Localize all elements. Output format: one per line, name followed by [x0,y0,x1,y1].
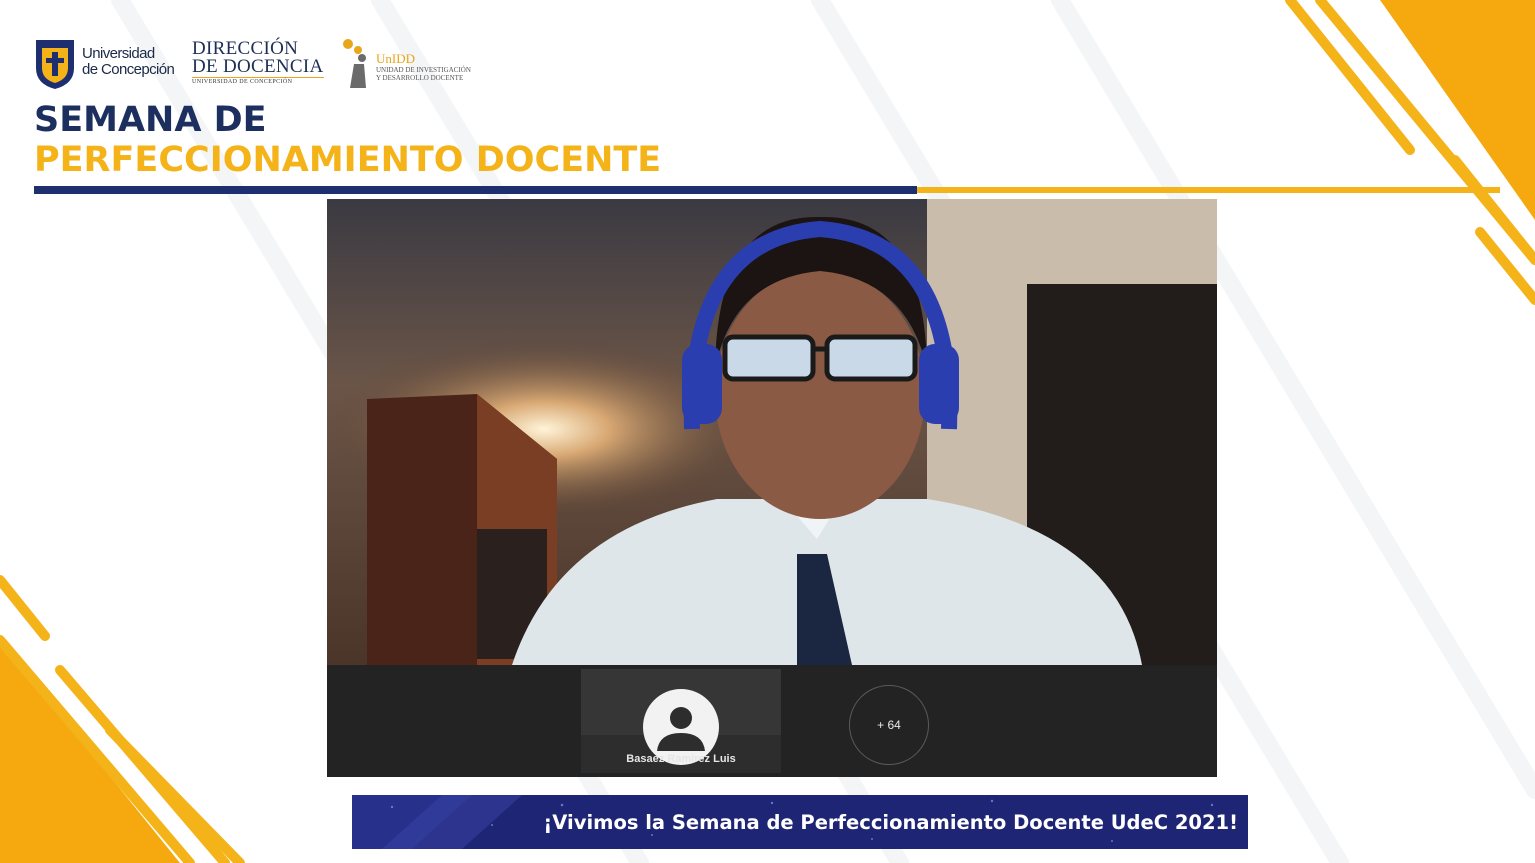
banner-text: ¡Vivimos la Semana de Perfeccionamiento … [543,811,1238,834]
direccion-docencia-logo: DIRECCIÓN DE DOCENCIA UNIVERSIDAD DE CON… [192,38,324,85]
participant-name: Basaez Ramirez Luis [626,753,736,765]
event-title-line1: SEMANA DE [34,100,267,140]
title-underline [34,186,1500,194]
speaker-video[interactable] [327,199,1217,665]
meeting-window: Basaez Ramirez Luis + 64 [327,199,1217,777]
event-title-line2: PERFECCIONAMIENTO DOCENTE [34,140,662,180]
udec-shield-logo [36,40,74,89]
event-title: SEMANA DE PERFECCIONAMIENTO DOCENTE [34,100,661,180]
udec-logo-text: Universidad de Concepción [82,45,175,78]
participant-tile[interactable]: Basaez Ramirez Luis [581,669,781,773]
more-participants-button[interactable]: + 64 [849,685,929,765]
event-banner: ¡Vivimos la Semana de Perfeccionamiento … [352,795,1248,849]
unidd-logo-text: UnIDD UNIDAD DE INVESTIGACIÓN Y DESARROL… [376,51,471,83]
participants-strip: Basaez Ramirez Luis + 64 [327,665,1217,777]
unidd-logo-mark [343,39,366,88]
